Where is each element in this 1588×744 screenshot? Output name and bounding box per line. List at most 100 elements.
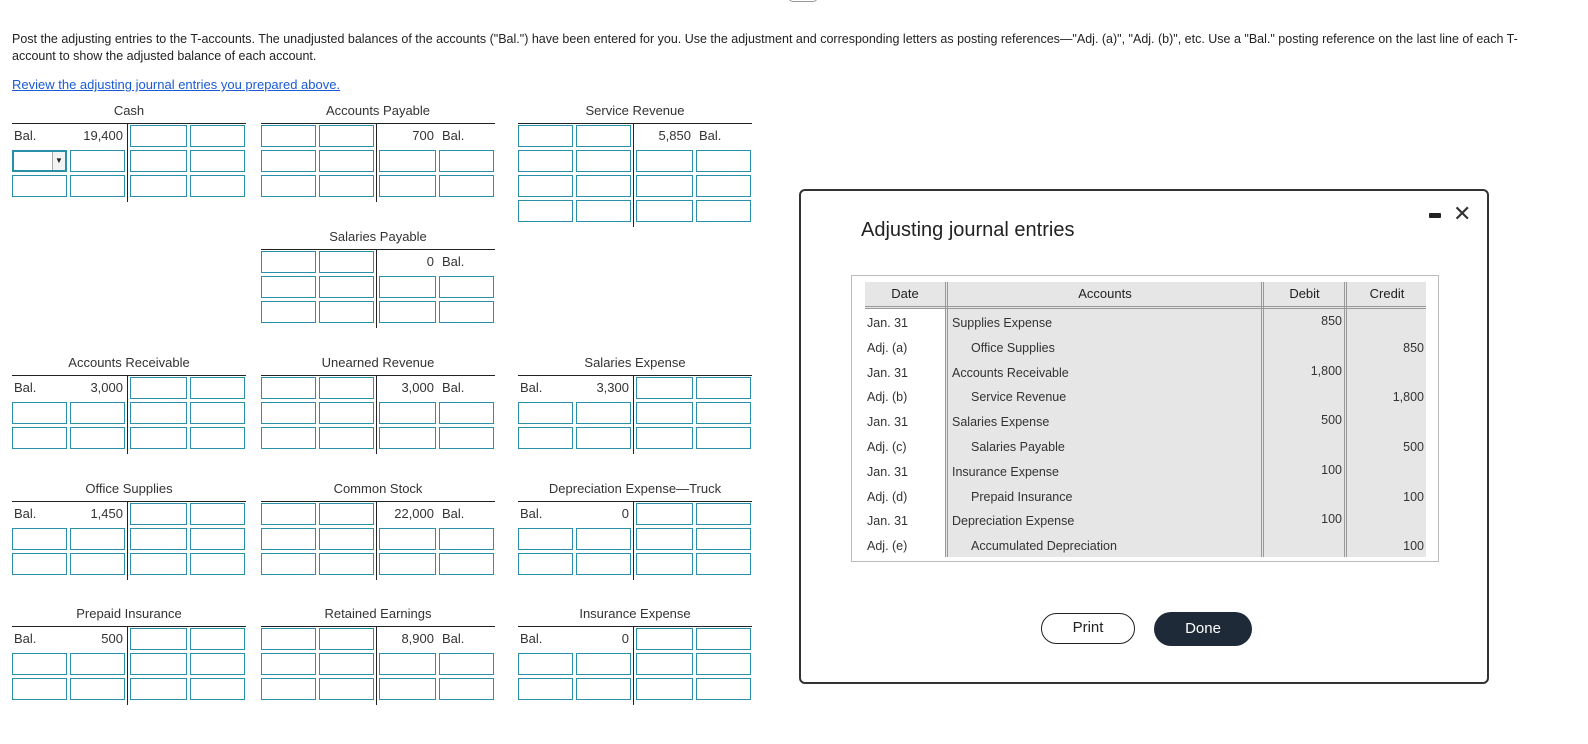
credit-amount-input[interactable] (130, 553, 187, 575)
credit-amount-input[interactable] (130, 125, 187, 147)
credit-amount-input[interactable] (636, 628, 693, 650)
posting-ref-left-input[interactable] (261, 276, 316, 298)
credit-amount-input[interactable] (636, 200, 693, 222)
dropdown-arrow-icon[interactable]: ▼ (52, 152, 65, 170)
posting-ref-left-input[interactable] (12, 427, 67, 449)
debit-amount-input[interactable] (576, 125, 631, 147)
posting-ref-left-input[interactable] (261, 628, 316, 650)
debit-amount-input[interactable] (70, 150, 125, 172)
debit-amount-input[interactable] (576, 427, 631, 449)
posting-ref-dropdown[interactable]: ▼ (12, 150, 67, 172)
debit-amount-input[interactable] (319, 125, 374, 147)
debit-amount-input[interactable] (576, 200, 631, 222)
posting-ref-right-input[interactable] (696, 653, 751, 675)
minimize-icon[interactable] (1429, 213, 1441, 218)
posting-ref-left-input[interactable] (12, 553, 67, 575)
debit-amount-input[interactable] (319, 427, 374, 449)
posting-ref-left-input[interactable] (518, 402, 573, 424)
debit-amount-input[interactable] (70, 427, 125, 449)
posting-ref-right-input[interactable] (439, 553, 494, 575)
review-entries-link[interactable]: Review the adjusting journal entries you… (12, 77, 340, 92)
debit-amount-input[interactable] (319, 251, 374, 273)
posting-ref-right-input[interactable] (696, 150, 751, 172)
posting-ref-left-input[interactable] (261, 653, 316, 675)
posting-ref-left-input[interactable] (261, 377, 316, 399)
posting-ref-left-input[interactable] (12, 678, 67, 700)
debit-amount-input[interactable] (70, 175, 125, 197)
posting-ref-right-input[interactable] (439, 276, 494, 298)
debit-amount-input[interactable] (576, 553, 631, 575)
posting-ref-left-input[interactable] (518, 427, 573, 449)
posting-ref-right-input[interactable] (190, 175, 245, 197)
posting-ref-left-input[interactable] (518, 653, 573, 675)
credit-amount-input[interactable] (130, 377, 187, 399)
credit-amount-input[interactable] (636, 427, 693, 449)
posting-ref-right-input[interactable] (696, 628, 751, 650)
posting-ref-right-input[interactable] (190, 150, 245, 172)
print-button[interactable]: Print (1041, 613, 1135, 644)
posting-ref-left-input[interactable] (261, 402, 316, 424)
credit-amount-input[interactable] (379, 402, 436, 424)
posting-ref-left-input[interactable] (518, 175, 573, 197)
debit-amount-input[interactable] (70, 528, 125, 550)
posting-ref-left-input[interactable] (261, 678, 316, 700)
posting-ref-right-input[interactable] (190, 553, 245, 575)
posting-ref-left-input[interactable] (12, 402, 67, 424)
debit-amount-input[interactable] (319, 402, 374, 424)
debit-amount-input[interactable] (70, 653, 125, 675)
posting-ref-left-input[interactable] (261, 175, 316, 197)
posting-ref-left-input[interactable] (261, 125, 316, 147)
posting-ref-right-input[interactable] (439, 301, 494, 323)
debit-amount-input[interactable] (576, 528, 631, 550)
credit-amount-input[interactable] (130, 402, 187, 424)
credit-amount-input[interactable] (130, 528, 187, 550)
posting-ref-left-input[interactable] (12, 528, 67, 550)
posting-ref-right-input[interactable] (696, 175, 751, 197)
posting-ref-right-input[interactable] (190, 503, 245, 525)
debit-amount-input[interactable] (576, 402, 631, 424)
debit-amount-input[interactable] (576, 175, 631, 197)
posting-ref-right-input[interactable] (696, 528, 751, 550)
posting-ref-left-input[interactable] (518, 150, 573, 172)
debit-amount-input[interactable] (70, 402, 125, 424)
close-icon[interactable]: ✕ (1453, 201, 1471, 227)
posting-ref-left-input[interactable] (518, 125, 573, 147)
credit-amount-input[interactable] (379, 150, 436, 172)
credit-amount-input[interactable] (636, 377, 693, 399)
debit-amount-input[interactable] (70, 678, 125, 700)
posting-ref-left-input[interactable] (518, 528, 573, 550)
debit-amount-input[interactable] (319, 377, 374, 399)
posting-ref-left-input[interactable] (261, 150, 316, 172)
credit-amount-input[interactable] (379, 653, 436, 675)
posting-ref-right-input[interactable] (439, 653, 494, 675)
debit-amount-input[interactable] (576, 150, 631, 172)
credit-amount-input[interactable] (379, 276, 436, 298)
posting-ref-left-input[interactable] (261, 427, 316, 449)
posting-ref-right-input[interactable] (696, 402, 751, 424)
posting-ref-right-input[interactable] (696, 503, 751, 525)
posting-ref-right-input[interactable] (696, 553, 751, 575)
credit-amount-input[interactable] (379, 553, 436, 575)
debit-amount-input[interactable] (319, 628, 374, 650)
posting-ref-right-input[interactable] (439, 678, 494, 700)
debit-amount-input[interactable] (319, 503, 374, 525)
debit-amount-input[interactable] (319, 653, 374, 675)
posting-ref-left-input[interactable] (261, 503, 316, 525)
credit-amount-input[interactable] (636, 553, 693, 575)
credit-amount-input[interactable] (379, 301, 436, 323)
posting-ref-right-input[interactable] (696, 427, 751, 449)
credit-amount-input[interactable] (636, 528, 693, 550)
debit-amount-input[interactable] (319, 528, 374, 550)
debit-amount-input[interactable] (319, 553, 374, 575)
posting-ref-right-input[interactable] (439, 528, 494, 550)
credit-amount-input[interactable] (130, 150, 187, 172)
credit-amount-input[interactable] (130, 653, 187, 675)
credit-amount-input[interactable] (130, 628, 187, 650)
credit-amount-input[interactable] (379, 678, 436, 700)
credit-amount-input[interactable] (636, 503, 693, 525)
posting-ref-right-input[interactable] (439, 175, 494, 197)
debit-amount-input[interactable] (70, 553, 125, 575)
debit-amount-input[interactable] (319, 175, 374, 197)
posting-ref-right-input[interactable] (190, 628, 245, 650)
posting-ref-left-input[interactable] (518, 200, 573, 222)
